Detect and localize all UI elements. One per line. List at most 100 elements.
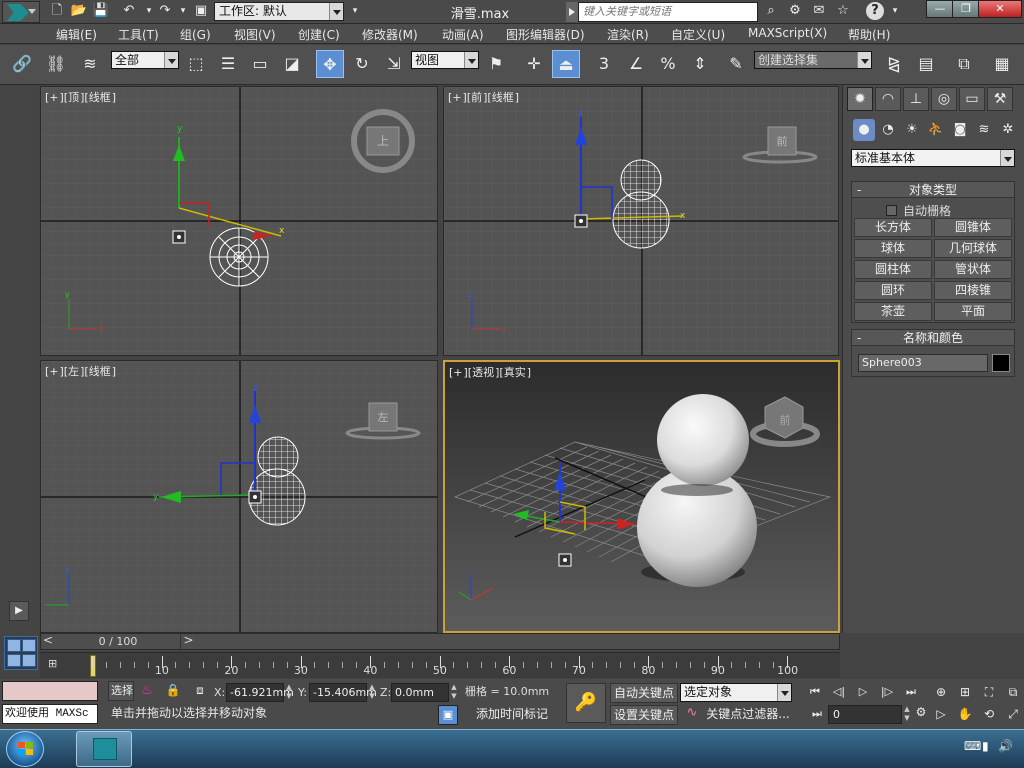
project-folder-icon[interactable]: ▣ [192,2,210,20]
field-of-view-icon[interactable]: ▷ [930,705,952,723]
go-to-start-icon[interactable]: ⏮ [804,683,826,701]
viewport-shading[interactable]: 线框 [492,91,514,104]
viewport-perspective[interactable]: [+][透视][真实] 前 [443,360,840,633]
search-expand-icon[interactable] [566,2,578,22]
shapes-icon[interactable]: ◔ [877,119,899,141]
maximize-viewport-icon[interactable]: ⤢ [1002,705,1024,723]
binoculars-icon[interactable]: ⌕ [762,2,780,20]
close-button[interactable]: ✕ [978,0,1022,18]
maxscript-listener-output[interactable] [2,681,98,701]
pan-view-icon[interactable]: ✋ [954,705,976,723]
sphere-button[interactable]: 球体 [854,239,932,258]
viewport-shading[interactable]: 线框 [89,365,111,378]
viewport-label[interactable]: [+][透视][真实] [449,364,531,380]
quick-access-dropdown-icon[interactable]: ▾ [346,2,364,20]
display-tab-icon[interactable]: ▭ [959,87,985,111]
link-icon[interactable]: 🔗 [8,50,36,78]
network-icon[interactable]: ▮ [982,739,989,753]
viewport-menu[interactable]: + [49,91,58,104]
angle-snap-icon[interactable]: ∠ [622,50,650,78]
new-file-icon[interactable]: 🗋 [48,2,66,20]
hierarchy-tab-icon[interactable]: ⊥ [903,87,929,111]
menu-maxscript[interactable]: MAXScript(X) [748,26,827,40]
named-selection-dropdown[interactable]: 创建选择集 [754,51,872,69]
edit-named-selection-icon[interactable]: ✎ [722,50,750,78]
current-frame-input[interactable]: 0 [828,705,902,724]
geometry-icon[interactable]: ● [853,119,875,141]
layer-manager-icon[interactable]: ⧉ [950,50,978,78]
zoom-extents-all-icon[interactable]: ⧉ [1002,683,1024,701]
orbit-icon[interactable]: ⟲ [978,705,1000,723]
viewport-menu[interactable]: + [49,365,58,378]
menu-views[interactable]: 视图(V) [234,26,276,43]
volume-icon[interactable]: 🔊 [998,739,1013,753]
key-tangent-icon[interactable]: ∿ [682,705,702,724]
help-icon[interactable]: ? [866,2,884,20]
help-dropdown-icon[interactable]: ▾ [886,2,904,20]
restore-button[interactable]: ❐ [952,0,980,18]
collapse-toggle[interactable]: - [857,182,861,198]
favorites-star-icon[interactable]: ☆ [834,2,852,20]
object-type-header[interactable]: - 对象类型 [852,182,1014,198]
modify-tab-icon[interactable]: ◠ [875,87,901,111]
object-color-swatch[interactable] [992,354,1010,372]
unlink-icon[interactable]: ⛓ [42,50,70,78]
communication-center-icon[interactable]: ✉ [810,2,828,20]
lock-selection-icon[interactable]: 🔒 [164,683,182,701]
viewport-label[interactable]: [+][顶][线框] [45,89,116,105]
object-name-input[interactable]: Sphere003 [858,354,988,372]
pivot-center-icon[interactable]: ⚑ [482,50,510,78]
viewport-point-of-view[interactable]: 透视 [472,366,494,379]
undo-icon[interactable]: ↶ [120,2,138,20]
menu-help[interactable]: 帮助(H) [848,26,890,43]
menu-graph-editors[interactable]: 图形编辑器(D) [506,26,585,43]
viewport-menu[interactable]: + [452,91,461,104]
maxscript-listener-input[interactable]: 欢迎使用 MAXSc [2,704,98,724]
start-button[interactable] [6,731,44,767]
motion-tab-icon[interactable]: ◎ [931,87,957,111]
pyramid-button[interactable]: 四棱锥 [934,281,1012,300]
time-tag-icon[interactable]: ▣ [438,705,458,725]
viewport-top[interactable]: [+][顶][线框] y x 上 y x [40,86,438,356]
open-file-icon[interactable]: 📂 [70,2,88,20]
menu-group[interactable]: 组(G) [180,26,211,43]
viewport-point-of-view[interactable]: 左 [68,365,79,378]
create-tab-icon[interactable]: ✹ [847,87,873,111]
select-and-rotate-icon[interactable]: ↻ [348,50,376,78]
z-coordinate-input[interactable]: 0.0mm [391,683,449,702]
add-time-tag-button[interactable]: 添加时间标记 [462,705,562,725]
select-and-scale-icon[interactable]: ⇲ [380,50,408,78]
previous-frame-icon[interactable]: < [40,633,56,650]
bind-space-warp-icon[interactable]: ≋ [76,50,104,78]
teapot-button[interactable]: 茶壶 [854,302,932,321]
minimize-button[interactable]: — [926,0,954,18]
collapse-toggle[interactable]: - [857,330,861,346]
next-key-icon[interactable]: |▷ [876,683,898,701]
next-frame-icon[interactable]: > [180,633,196,650]
spinner-snap-icon[interactable]: ⇕ [686,50,714,78]
set-key-icon[interactable]: 🔑 [566,683,606,723]
x-spinner[interactable]: ▲ ▼ [285,683,293,702]
tube-button[interactable]: 管状体 [934,260,1012,279]
align-icon[interactable]: ▤ [912,50,940,78]
systems-icon[interactable]: ✲ [997,119,1019,141]
torus-button[interactable]: 圆环 [854,281,932,300]
cone-button[interactable]: 圆锥体 [934,218,1012,237]
key-mode-toggle-icon[interactable]: ⏭ [806,705,828,723]
mirror-icon[interactable]: ⧎ [880,50,908,78]
redo-icon[interactable]: ↷ [156,2,174,20]
isolate-selection-icon[interactable]: ♨ [138,683,156,701]
search-input[interactable]: 键入关键字或短语 [578,2,758,22]
app-menu-button[interactable] [2,1,40,23]
subscription-icon[interactable]: ⚙ [786,2,804,20]
viewport-shading[interactable]: 线框 [89,91,111,104]
auto-key-button[interactable]: 自动关键点 [610,683,678,703]
lights-icon[interactable]: ☀ [901,119,923,141]
viewport-front[interactable]: [+][前][线框] z x 前 z x [443,86,839,356]
helpers-icon[interactable]: ◙ [949,119,971,141]
reference-coordinate-dropdown[interactable]: 视图 [411,51,479,69]
window-crossing-icon[interactable]: ◪ [278,50,306,78]
taskbar-3dsmax[interactable] [76,731,132,767]
absolute-mode-icon[interactable]: ⧈ [190,683,210,701]
y-spinner[interactable]: ▲ ▼ [368,683,376,702]
